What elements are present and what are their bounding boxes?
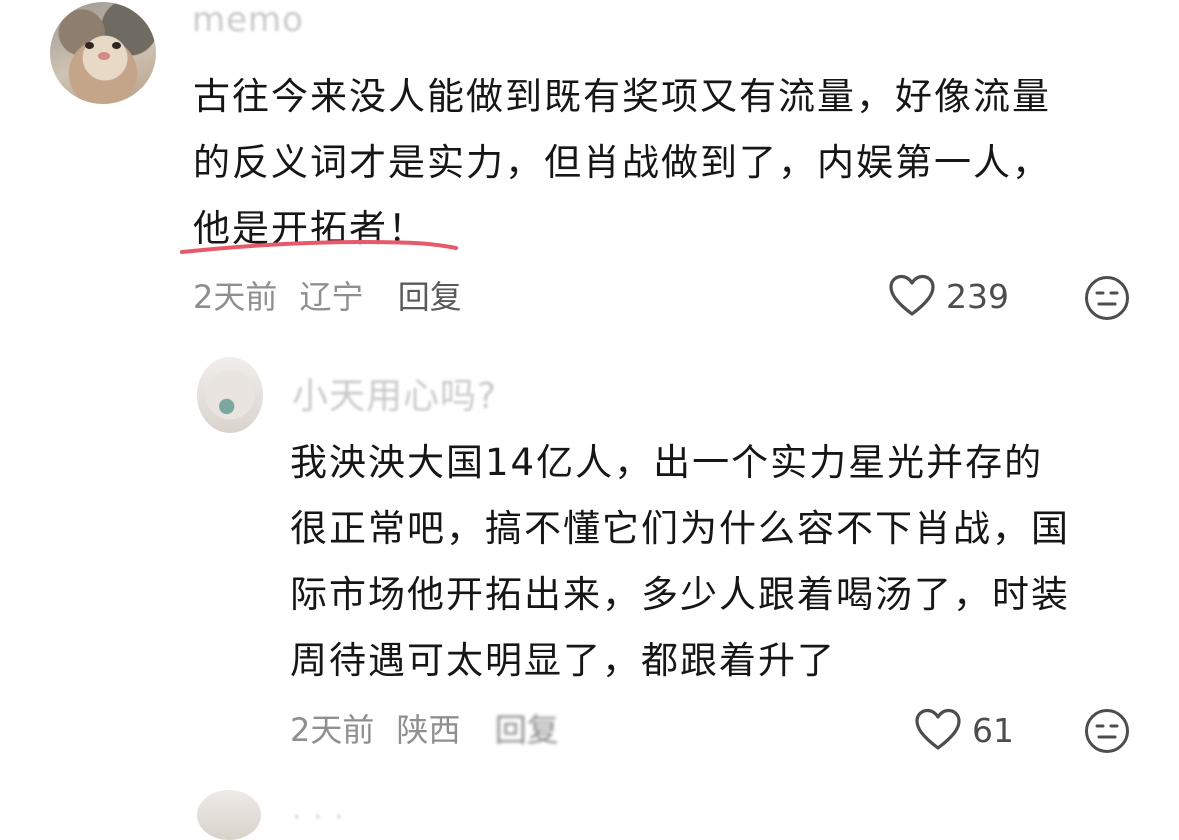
comment-location: 陕西 bbox=[396, 711, 461, 749]
avatar[interactable] bbox=[197, 357, 263, 433]
highlight-underline bbox=[180, 239, 458, 254]
comment-time: 2天前 bbox=[193, 278, 278, 316]
comment-text: 我泱泱大国14亿人，出一个实力星光并存的 很正常吧，搞不懂它们为什么容不下肖战，… bbox=[290, 430, 1160, 694]
comment-username[interactable]: · · · bbox=[292, 800, 345, 836]
comment-line: 古往今来没人能做到既有奖项又有流量，好像流量 bbox=[193, 75, 1051, 118]
neutral-face-icon[interactable] bbox=[1084, 708, 1130, 754]
comment-text: 古往今来没人能做到既有奖项又有流量，好像流量 的反义词才是实力，但肖战做到了，内… bbox=[193, 64, 1153, 262]
avatar-eye bbox=[85, 42, 94, 49]
comment-meta: 2天前 陕西 回复 bbox=[290, 710, 559, 750]
heart-outline-icon bbox=[915, 708, 961, 750]
comment-username[interactable]: 小天用心吗? bbox=[292, 375, 497, 419]
comment-line: 的反义词才是实力，但肖战做到了，内娱第一人， bbox=[193, 141, 1051, 184]
comment-time: 2天前 bbox=[290, 711, 375, 749]
comment-line: 周待遇可太明显了，都跟着升了 bbox=[290, 639, 836, 682]
avatar-eye bbox=[112, 42, 121, 49]
reply-button[interactable]: 回复 bbox=[495, 711, 559, 749]
like-button[interactable]: 61 bbox=[914, 708, 1014, 752]
comment-meta: 2天前 辽宁 回复 bbox=[193, 277, 462, 317]
like-count: 239 bbox=[946, 276, 1009, 316]
like-count: 61 bbox=[972, 710, 1014, 750]
comment-line: 际市场他开拓出来，多少人跟着喝汤了，时装 bbox=[290, 573, 1070, 616]
heart-outline-icon bbox=[889, 274, 935, 316]
comment-line: 很正常吧，搞不懂它们为什么容不下肖战，国 bbox=[290, 507, 1070, 550]
like-button[interactable]: 239 bbox=[888, 274, 1009, 318]
comment-line: 我泱泱大国14亿人，出一个实力星光并存的 bbox=[290, 441, 1044, 484]
neutral-face-icon[interactable] bbox=[1084, 275, 1130, 321]
avatar[interactable] bbox=[50, 2, 156, 104]
reply-button[interactable]: 回复 bbox=[398, 278, 462, 316]
avatar[interactable] bbox=[197, 790, 261, 840]
comment-location: 辽宁 bbox=[299, 278, 364, 316]
avatar-nose bbox=[98, 52, 110, 60]
comment-username[interactable]: memo bbox=[192, 0, 304, 40]
